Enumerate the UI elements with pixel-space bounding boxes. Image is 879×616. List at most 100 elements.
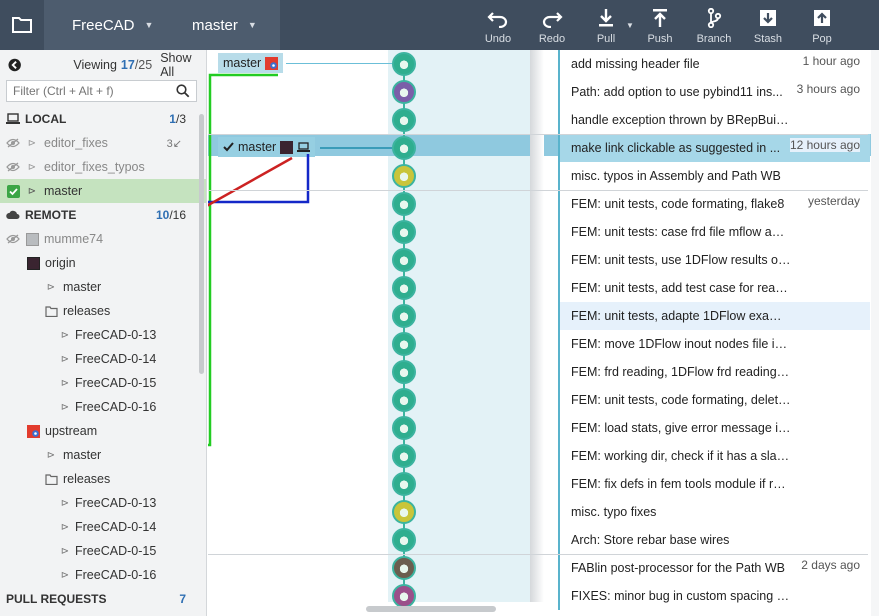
pull-requests-section-header[interactable]: PULL REQUESTS 7 <box>0 587 206 611</box>
branch-button[interactable]: Branch <box>687 0 741 50</box>
commit-author-avatar[interactable] <box>392 108 416 132</box>
stash-button[interactable]: Stash <box>741 0 795 50</box>
commit-author-avatar[interactable] <box>392 444 416 468</box>
branch-selector[interactable]: master ▼ <box>162 0 280 50</box>
show-all-button[interactable]: Show All <box>160 51 206 79</box>
collapse-sidebar-icon[interactable] <box>8 58 21 72</box>
commit-author-avatar[interactable] <box>392 164 416 188</box>
commit-author-avatar[interactable] <box>392 584 416 608</box>
local-title: LOCAL <box>25 112 67 126</box>
pull-requests-title: PULL REQUESTS <box>6 592 107 606</box>
commit-row[interactable]: Path: add option to use pybind11 ins... 3… <box>558 78 870 106</box>
upstream-branch-freecad-0-15[interactable]: ⊳ FreeCAD-0-15 <box>0 539 206 563</box>
redo-button[interactable]: Redo <box>525 0 579 50</box>
commit-author-avatar[interactable] <box>392 304 416 328</box>
undo-button[interactable]: Undo <box>471 0 525 50</box>
branch-icon: ⊳ <box>60 569 70 581</box>
local-count-badge: 1/3 <box>169 112 186 126</box>
local-section-header[interactable]: LOCAL 1/3 <box>0 107 206 131</box>
commit-author-avatar[interactable] <box>392 220 416 244</box>
remote-origin[interactable]: origin <box>0 251 206 275</box>
local-branch-editor-fixes-typos[interactable]: ⊳ editor_fixes_typos <box>0 155 206 179</box>
commit-author-avatar[interactable] <box>392 52 416 76</box>
commit-row[interactable]: Arch: Store rebar base wires <box>558 526 870 554</box>
commit-message: add missing header file <box>571 57 700 71</box>
commit-author-avatar[interactable] <box>392 248 416 272</box>
commit-row[interactable]: handle exception thrown by BRepBuilderAP… <box>558 106 870 134</box>
undo-icon <box>487 12 508 28</box>
branch-icon: ⊳ <box>60 521 70 533</box>
commit-row[interactable]: FEM: unit tests, add test case for readi… <box>558 274 870 302</box>
origin-branch-master[interactable]: ⊳ master <box>0 275 206 299</box>
filter-input[interactable] <box>13 84 176 98</box>
upstream-branch-freecad-0-14[interactable]: ⊳ FreeCAD-0-14 <box>0 515 206 539</box>
commit-row[interactable]: FEM: frd reading, 1DFlow frd reading, ad… <box>558 358 870 386</box>
commit-author-avatar[interactable] <box>392 500 416 524</box>
commit-row[interactable]: FEM: fix defs in fem tools module if run… <box>558 470 870 498</box>
avatar-face <box>396 308 412 324</box>
commit-row[interactable]: add missing header file 1 hour ago <box>558 50 870 78</box>
push-button[interactable]: Push <box>633 0 687 50</box>
commit-author-avatar[interactable] <box>392 472 416 496</box>
local-branch-editor-fixes[interactable]: ⊳ editor_fixes 3↙ <box>0 131 206 155</box>
commit-author-avatar[interactable] <box>392 332 416 356</box>
repo-selector[interactable]: FreeCAD ▼ <box>44 0 162 50</box>
commit-author-avatar[interactable] <box>392 136 416 160</box>
remote-upstream[interactable]: upstream <box>0 419 206 443</box>
upstream-branch-master[interactable]: ⊳ master <box>0 443 206 467</box>
avatar-face <box>396 476 412 492</box>
repo-name: FreeCAD <box>72 16 135 34</box>
viewing-count: 17 <box>120 58 135 72</box>
vertical-scrollbar[interactable] <box>871 50 879 616</box>
origin-branch-freecad-0-14[interactable]: ⊳ FreeCAD-0-14 <box>0 347 206 371</box>
origin-folder-releases[interactable]: releases <box>0 299 206 323</box>
commit-row[interactable]: FIXES: minor bug in custom spacing of re… <box>558 582 870 610</box>
avatar-face <box>396 560 412 576</box>
commit-author-avatar[interactable] <box>392 388 416 412</box>
local-branch-master[interactable]: ⊳ master <box>0 179 206 203</box>
repo-folder-button[interactable] <box>0 0 44 50</box>
commit-author-avatar[interactable] <box>392 360 416 384</box>
commit-row[interactable]: FEM: unit tests: case frd file mflow and… <box>558 218 870 246</box>
commit-row-selected[interactable]: make link clickable as suggested in ... 1… <box>558 134 870 162</box>
commit-row[interactable]: FEM: load stats, give error message if m… <box>558 414 870 442</box>
commit-row[interactable]: FABlin post-processor for the Path WB 2 d… <box>558 554 870 582</box>
pop-button[interactable]: Pop <box>795 0 849 50</box>
commit-row[interactable]: FEM: unit tests, code formating, flake8 y… <box>558 190 870 218</box>
commit-author-avatar[interactable] <box>392 416 416 440</box>
commit-message: FEM: unit tests, add test case for readi… <box>571 281 791 295</box>
commit-row[interactable]: FEM: move 1DFlow inout nodes file into a… <box>558 330 870 358</box>
commit-time: 3 hours ago <box>796 82 860 96</box>
origin-branch-freecad-0-13[interactable]: ⊳ FreeCAD-0-13 <box>0 323 206 347</box>
remote-mumme74[interactable]: mumme74 <box>0 227 206 251</box>
commit-row[interactable]: misc. typo fixes <box>558 498 870 526</box>
remote-label: upstream <box>45 424 98 438</box>
commit-row[interactable]: FEM: working dir, check if it has a slas… <box>558 442 870 470</box>
commit-row-hovered[interactable]: FEM: unit tests, adapte 1DFlow example a… <box>558 302 870 330</box>
folder-label: releases <box>63 304 111 318</box>
pull-icon <box>599 9 613 27</box>
upstream-branch-freecad-0-13[interactable]: ⊳ FreeCAD-0-13 <box>0 491 206 515</box>
eye-hidden-icon[interactable] <box>6 160 20 174</box>
commit-author-avatar[interactable] <box>392 556 416 580</box>
horizontal-scrollbar[interactable] <box>366 606 496 612</box>
commit-author-avatar[interactable] <box>392 276 416 300</box>
commit-author-avatar[interactable] <box>392 528 416 552</box>
commit-row[interactable]: misc. typos in Assembly and Path WB <box>558 162 870 190</box>
commit-author-avatar[interactable] <box>392 80 416 104</box>
branch-label: editor_fixes_typos <box>44 160 145 174</box>
sidebar-scrollbar[interactable] <box>199 114 204 374</box>
commit-author-avatar[interactable] <box>392 192 416 216</box>
upstream-folder-releases[interactable]: releases <box>0 467 206 491</box>
avatar-face <box>396 112 412 128</box>
commit-message: misc. typos in Assembly and Path WB <box>571 169 781 183</box>
origin-branch-freecad-0-15[interactable]: ⊳ FreeCAD-0-15 <box>0 371 206 395</box>
upstream-branch-freecad-0-16[interactable]: ⊳ FreeCAD-0-16 <box>0 563 206 587</box>
commit-message: FEM: move 1DFlow inout nodes file into a… <box>571 337 791 351</box>
eye-hidden-icon[interactable] <box>6 136 20 150</box>
commit-row[interactable]: FEM: unit tests, use 1DFlow results of u… <box>558 246 870 274</box>
origin-branch-freecad-0-16[interactable]: ⊳ FreeCAD-0-16 <box>0 395 206 419</box>
eye-hidden-icon[interactable] <box>6 232 20 246</box>
commit-row[interactable]: FEM: unit tests, code formating, delete … <box>558 386 870 414</box>
remote-section-header[interactable]: REMOTE 10/16 <box>0 203 206 227</box>
